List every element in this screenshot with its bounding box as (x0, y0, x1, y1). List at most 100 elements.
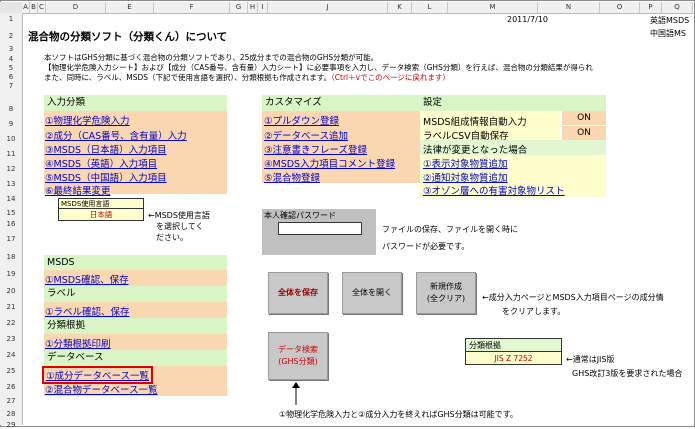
row-number[interactable]: 27 (0, 397, 22, 405)
row-number[interactable]: 15 (0, 209, 22, 217)
column-header[interactable]: F (154, 2, 230, 13)
ozone-list-link[interactable]: ③オゾン層への有害対象物リスト (423, 183, 565, 197)
law-section-header: 法律が変更となった場合 (423, 145, 528, 156)
row-number[interactable]: 10 (0, 135, 22, 143)
row-number[interactable]: 29 (0, 421, 22, 429)
row-number[interactable]: 21 (0, 303, 22, 311)
english-msds-link[interactable]: 英語MSDS (650, 15, 689, 26)
row-number[interactable]: 1 (0, 15, 22, 23)
row-number[interactable]: 4 (0, 55, 22, 63)
clear-note: をクリアします。 (502, 307, 566, 316)
column-header[interactable]: C (38, 2, 46, 13)
column-header[interactable]: E (106, 2, 154, 13)
input-section-header: 入力分類 (44, 95, 227, 111)
column-header[interactable]: J (268, 2, 388, 13)
component-input-link[interactable]: ②成分（CAS番号、含有量）入力 (45, 128, 187, 142)
new-clear-button[interactable]: 新規作成 (全クリア) (416, 272, 476, 314)
label-confirm-save-link[interactable]: ①ラベル確認、保存 (45, 304, 130, 318)
column-header[interactable]: O (600, 2, 640, 13)
mixture-database-list-link[interactable]: ②混合物データベース一覧 (45, 382, 158, 396)
label-csv-autosave-toggle[interactable]: ON (562, 126, 606, 140)
row-number[interactable]: 12 (0, 165, 22, 173)
data-search-button[interactable]: データ検索 (GHS分類) (268, 332, 328, 380)
column-header[interactable]: G (230, 2, 248, 13)
row-number[interactable]: 16 (0, 220, 22, 228)
bottom-note: ①物理化学危険入力と②成分入力を終えればGHS分類は可能です。 (279, 410, 518, 419)
column-header[interactable]: I (258, 2, 268, 13)
msds-language-label: MSDS使用言語 (58, 198, 144, 209)
arrow-up-icon (292, 382, 300, 405)
basis-print-link[interactable]: ①分類根拠印刷 (45, 336, 111, 350)
row-header-bar: 1 2 3 4 5 6 7 8 9 10 11 12 13 14 15 16 1… (0, 13, 23, 429)
description-line-3: また、同時に、ラベル、MSDS（下記で使用言語を選択）、分類根拠も作成されます。… (44, 73, 450, 82)
save-all-button[interactable]: 全体を保存 (268, 272, 328, 314)
password-input[interactable] (278, 222, 362, 235)
column-header-bar: A B C D E F G H I J K L M N O P Q (22, 2, 693, 14)
row-number[interactable]: 19 (0, 270, 22, 278)
password-note: パスワードが必要です。 (382, 242, 470, 251)
msds-english-input-link[interactable]: ④MSDS（英語）入力項目 (45, 156, 157, 170)
settings-section-header: 設定 (420, 95, 606, 111)
notification-substance-add-link[interactable]: ②通知対象物質追加 (423, 170, 508, 184)
new-button-label: 新規作成 (430, 282, 462, 291)
row-number[interactable]: 28 (0, 410, 22, 418)
row-number[interactable]: 9 (0, 120, 22, 128)
msds-auto-input-label: MSDS組成情報自動入力 (423, 117, 527, 128)
column-header[interactable]: Q (662, 2, 693, 13)
basis-note: ←通常はJIS版 (566, 355, 615, 364)
row-number[interactable]: 23 (0, 335, 22, 343)
row-number[interactable]: 20 (0, 287, 22, 295)
msds-language-select[interactable]: 日本語 (58, 209, 144, 221)
mixture-register-link[interactable]: ⑤混合物登録 (264, 170, 320, 184)
display-substance-add-link[interactable]: ①表示対象物質追加 (423, 156, 508, 170)
open-all-button[interactable]: 全体を開く (342, 272, 402, 314)
row-number[interactable]: 18 (0, 253, 22, 261)
final-result-change-link[interactable]: ⑥最終結果変更 (45, 183, 111, 197)
column-header[interactable]: M (448, 2, 538, 13)
row-number[interactable]: 5 (0, 64, 22, 72)
password-note: ファイルの保存、ファイルを開く時に (382, 225, 518, 234)
database-add-link[interactable]: ②データベース追加 (264, 128, 348, 142)
date-cell: 2011/7/10 (507, 15, 549, 24)
physical-hazard-input-link[interactable]: ①物理化学危険入力 (45, 113, 130, 127)
language-note: ださい。 (156, 233, 188, 242)
row-number[interactable]: 11 (0, 150, 22, 158)
row-number[interactable]: 2 (0, 32, 22, 40)
search-button-label: データ検索 (278, 345, 318, 354)
column-header[interactable]: K (388, 2, 412, 13)
basis-box-label: 分類根拠 (465, 338, 562, 351)
password-label: 本人確認パスワード (264, 211, 336, 220)
row-number[interactable]: 26 (0, 383, 22, 391)
msds-chinese-input-link[interactable]: ⑤MSDS（中国語）入力項目 (45, 170, 167, 184)
basis-note: GHS改訂3版を要求された場合 (572, 369, 683, 378)
msds-japanese-input-link[interactable]: ③MSDS（日本語）入力項目 (45, 142, 167, 156)
row-number[interactable]: 7 (0, 82, 22, 90)
row-number[interactable]: 8 (0, 105, 22, 113)
caution-phrase-register-link[interactable]: ③注意書きフレーズ登録 (264, 142, 367, 156)
msds-comment-register-link[interactable]: ④MSDS入力項目コメント登録 (264, 156, 395, 170)
row-number[interactable]: 3 (0, 45, 22, 53)
chinese-msds-link[interactable]: 中国語MS (650, 28, 686, 39)
column-header[interactable]: B (30, 2, 38, 13)
msds-auto-input-toggle[interactable]: ON (562, 111, 606, 125)
column-header[interactable]: H (248, 2, 258, 13)
ctrl-v-hint: （Ctrl＋vでこのページに戻れます） (331, 73, 450, 82)
msds-confirm-save-link[interactable]: ①MSDS確認、保存 (45, 272, 129, 286)
pulldown-register-link[interactable]: ①プルダウン登録 (264, 113, 339, 127)
column-header[interactable]: D (46, 2, 106, 13)
column-header[interactable]: N (538, 2, 600, 13)
column-header[interactable]: P (640, 2, 662, 13)
row-number[interactable]: 25 (0, 367, 22, 375)
row-number[interactable]: 13 (0, 180, 22, 188)
column-header[interactable]: A (22, 2, 30, 13)
row-number[interactable]: 14 (0, 195, 22, 203)
customize-section-header: カスタマイズ (262, 95, 420, 111)
row-number[interactable]: 22 (0, 319, 22, 327)
page-title: 混合物の分類ソフト（分類くん）について (28, 31, 228, 43)
language-note: を選択してく (156, 222, 204, 231)
column-header[interactable]: L (412, 2, 448, 13)
row-number[interactable]: 17 (0, 235, 22, 243)
row-number[interactable]: 24 (0, 351, 22, 359)
row-number[interactable]: 6 (0, 73, 22, 81)
basis-standard-select[interactable]: JIS Z 7252 (465, 351, 562, 365)
